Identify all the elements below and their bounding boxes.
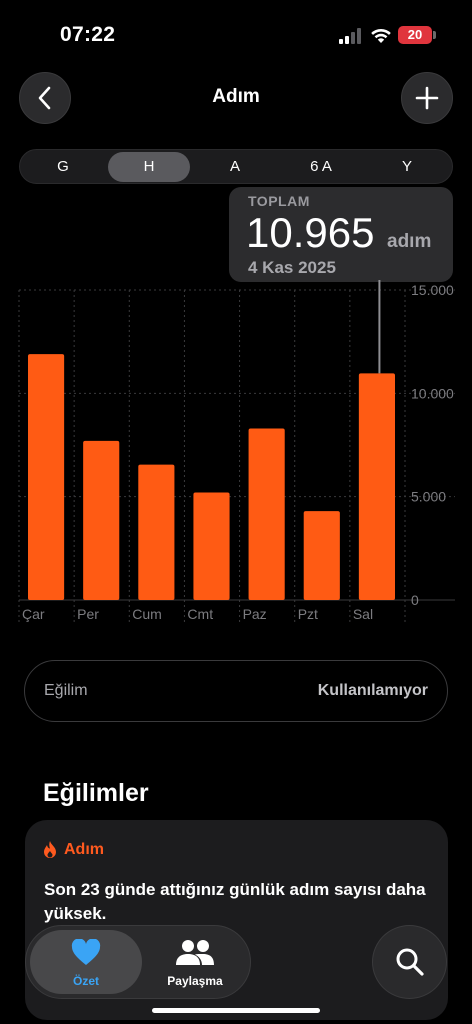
- x-tick-label: Cum: [132, 606, 162, 622]
- wifi-icon: [371, 28, 391, 43]
- bar-Cum[interactable]: [138, 464, 175, 600]
- y-tick-label: 10.000: [411, 385, 454, 401]
- time-range-segmented-control: G H A 6 A Y: [19, 149, 453, 184]
- battery-icon: 20: [398, 26, 432, 44]
- bar-Per[interactable]: [83, 440, 120, 600]
- tab-bar: Özet Paylaşma: [25, 925, 251, 999]
- status-time: 07:22: [60, 23, 116, 46]
- tab-summary[interactable]: Özet: [30, 930, 142, 994]
- x-tick-label: Sal: [353, 606, 373, 622]
- bar-Çar[interactable]: [28, 354, 65, 600]
- flame-icon: [44, 841, 56, 858]
- x-tick-label: Çar: [22, 606, 45, 622]
- x-tick-label: Per: [77, 606, 99, 622]
- tab-sharing-label: Paylaşma: [167, 974, 223, 988]
- search-icon: [396, 948, 424, 976]
- trend-row[interactable]: Eğilim Kullanılamıyor: [24, 660, 448, 722]
- bar-Sal[interactable]: [358, 373, 395, 600]
- bar-Pzt[interactable]: [303, 511, 340, 600]
- cellular-signal-icon: [339, 28, 363, 44]
- trend-label: Eğilim: [44, 682, 88, 699]
- tooltip-unit: adım: [387, 231, 432, 252]
- home-indicator: [152, 1008, 320, 1013]
- trend-card-title: Adım: [64, 840, 104, 858]
- y-tick-label: 0: [411, 592, 419, 608]
- tooltip-date: 4 Kas 2025: [248, 258, 336, 277]
- bar-Paz[interactable]: [248, 428, 285, 600]
- selection-tooltip: TOPLAM 10.965 adım 4 Kas 2025: [229, 187, 453, 282]
- segment-week[interactable]: H: [108, 152, 190, 182]
- tab-summary-label: Özet: [72, 974, 99, 988]
- segment-six-months[interactable]: 6 A: [280, 152, 362, 182]
- status-bar: 07:22 20: [0, 0, 472, 70]
- y-tick-label: 5.000: [411, 489, 446, 505]
- trend-card-header: Adım: [42, 840, 104, 859]
- bar-Cmt[interactable]: [193, 492, 230, 600]
- segment-year[interactable]: Y: [366, 152, 448, 182]
- segment-day[interactable]: G: [22, 152, 104, 182]
- trends-section-title: Eğilimler: [43, 779, 149, 807]
- y-tick-label: 15.000: [411, 282, 454, 298]
- tab-sharing[interactable]: Paylaşma: [142, 930, 248, 994]
- x-tick-label: Cmt: [187, 606, 213, 622]
- tooltip-label: TOPLAM: [248, 193, 310, 209]
- trend-status: Kullanılamıyor: [317, 682, 428, 699]
- search-button[interactable]: [372, 925, 447, 999]
- x-tick-label: Paz: [243, 606, 267, 622]
- battery-tip: [433, 31, 436, 39]
- add-data-button[interactable]: [401, 72, 453, 124]
- heart-icon: [71, 939, 101, 965]
- steps-bar-chart[interactable]: 15.000 10.000 5.000 0 Çar Per Cum Cmt Paz Pzt Sal: [0, 280, 472, 630]
- people-icon: [176, 940, 214, 965]
- segment-month[interactable]: A: [194, 152, 276, 182]
- trend-card-text: Son 23 günde attığınız günlük adım sayıs…: [44, 880, 426, 923]
- x-tick-label: Pzt: [298, 606, 318, 622]
- tooltip-value: 10.965: [246, 209, 375, 256]
- plus-icon: [415, 86, 439, 110]
